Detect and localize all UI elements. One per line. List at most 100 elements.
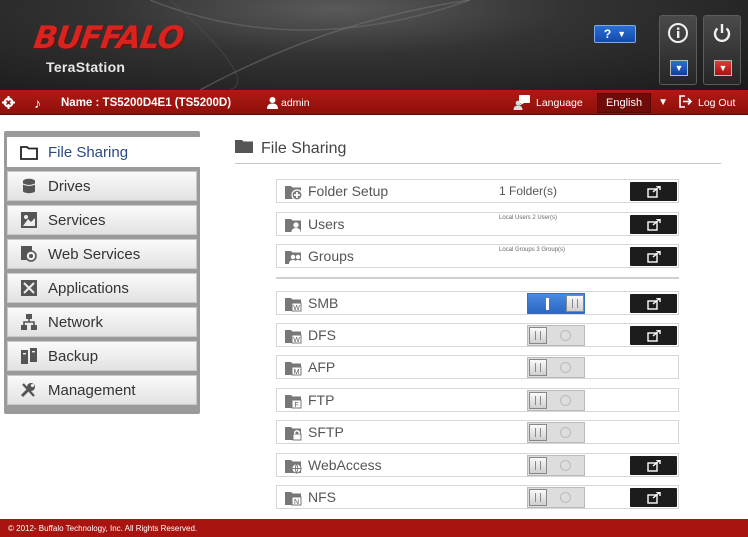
sidebar: File Sharing Drives Services Web Service… bbox=[4, 131, 200, 414]
sidebar-item-label: File Sharing bbox=[48, 143, 129, 161]
sidebar-item-label: Services bbox=[48, 211, 106, 229]
nfs-row: N NFS bbox=[276, 485, 679, 509]
sidebar-item-services[interactable]: Services bbox=[7, 205, 197, 235]
dfs-icon: W bbox=[285, 327, 303, 345]
svg-text:W: W bbox=[293, 305, 300, 312]
music-note-icon[interactable]: ♪ bbox=[34, 90, 41, 115]
webaccess-icon bbox=[285, 457, 303, 475]
open-users-button[interactable] bbox=[630, 215, 677, 234]
toggle-knob bbox=[529, 457, 547, 474]
toggle-knob bbox=[566, 295, 584, 312]
folder-icon bbox=[235, 139, 253, 158]
ftp-row: F FTP bbox=[276, 388, 679, 412]
sidebar-item-file-sharing[interactable]: File Sharing bbox=[7, 137, 200, 167]
folder-count: 1 Folder(s) bbox=[499, 184, 558, 198]
language-label: Language bbox=[536, 96, 583, 109]
app-window: BUFFALO TeraStation ? ▼ ▼ ▼ ♪ Name : TS5… bbox=[0, 0, 748, 537]
open-settings-icon bbox=[646, 459, 661, 472]
sidebar-item-applications[interactable]: Applications bbox=[7, 273, 197, 303]
sftp-row: SFTP bbox=[276, 420, 679, 444]
toggle-knob bbox=[529, 359, 547, 376]
section-divider bbox=[276, 277, 679, 279]
open-nfs-settings-button[interactable] bbox=[630, 488, 677, 507]
toggle-off-indicator bbox=[560, 492, 571, 503]
folder-setup-icon bbox=[285, 183, 303, 201]
sidebar-item-label: Backup bbox=[48, 347, 99, 365]
afp-toggle[interactable] bbox=[527, 357, 585, 378]
drive-icon bbox=[20, 178, 38, 194]
language-icon bbox=[513, 90, 530, 115]
sidebar-item-label: Applications bbox=[48, 279, 129, 297]
users-row: Users Local Users 2 User(s) bbox=[276, 212, 679, 236]
header: BUFFALO TeraStation ? ▼ ▼ ▼ bbox=[0, 0, 748, 90]
row-label: AFP bbox=[308, 359, 336, 375]
open-folder-setup-button[interactable] bbox=[630, 182, 677, 201]
groups-icon bbox=[285, 248, 303, 266]
logout-icon bbox=[679, 94, 693, 111]
open-settings-icon bbox=[646, 218, 661, 231]
open-groups-button[interactable] bbox=[630, 247, 677, 266]
afp-row: M AFP bbox=[276, 355, 679, 379]
chevron-down-icon: ▼ bbox=[617, 29, 627, 39]
page-title-text: File Sharing bbox=[261, 139, 347, 157]
webaccess-toggle[interactable] bbox=[527, 455, 585, 476]
toggle-knob bbox=[529, 392, 547, 409]
help-button[interactable]: ? ▼ bbox=[594, 25, 636, 43]
sidebar-item-label: Network bbox=[48, 313, 104, 331]
user-icon bbox=[266, 90, 279, 115]
sidebar-item-label: Drives bbox=[48, 177, 91, 195]
dfs-toggle[interactable] bbox=[527, 325, 585, 346]
sidebar-item-backup[interactable]: Backup bbox=[7, 341, 197, 371]
svg-text:F: F bbox=[294, 402, 298, 409]
open-webaccess-settings-button[interactable] bbox=[630, 456, 677, 475]
toggle-knob bbox=[529, 424, 547, 441]
username[interactable]: admin bbox=[281, 90, 310, 115]
toggle-off-indicator bbox=[560, 362, 571, 373]
open-dfs-settings-button[interactable] bbox=[630, 326, 677, 345]
power-dropdown-icon[interactable]: ▼ bbox=[714, 60, 732, 76]
nfs-toggle[interactable] bbox=[527, 487, 585, 508]
row-label: DFS bbox=[308, 327, 336, 343]
sidebar-item-management[interactable]: Management bbox=[7, 375, 197, 405]
groups-row: Groups Local Groups 3 Group(s) bbox=[276, 244, 679, 268]
sftp-toggle[interactable] bbox=[527, 422, 585, 443]
copyright-text: © 2012- Buffalo Technology, Inc. All Rig… bbox=[8, 523, 198, 533]
network-icon bbox=[20, 314, 38, 330]
row-label: FTP bbox=[308, 392, 335, 408]
logout-link[interactable]: Log Out bbox=[679, 90, 735, 115]
smb-toggle[interactable] bbox=[527, 293, 585, 314]
logout-label: Log Out bbox=[698, 96, 736, 109]
title-divider bbox=[235, 163, 721, 164]
language-select[interactable]: English ▼ bbox=[597, 90, 668, 115]
toggle-knob bbox=[529, 489, 547, 506]
info-button[interactable]: ▼ bbox=[659, 15, 697, 85]
user-count: Local Users 2 User(s) bbox=[499, 215, 558, 221]
settings-icon[interactable] bbox=[2, 90, 15, 115]
folder-icon bbox=[20, 144, 38, 160]
top-bar: ♪ Name : TS5200D4E1 (TS5200D) admin Lang… bbox=[0, 90, 748, 115]
power-icon bbox=[704, 22, 740, 50]
open-settings-icon bbox=[646, 250, 661, 263]
row-label: Folder Setup bbox=[308, 183, 389, 199]
toggle-off-indicator bbox=[560, 395, 571, 406]
toggle-on-indicator bbox=[546, 298, 549, 310]
open-smb-settings-button[interactable] bbox=[630, 294, 677, 313]
sidebar-item-network[interactable]: Network bbox=[7, 307, 197, 337]
power-button[interactable]: ▼ bbox=[703, 15, 741, 85]
chevron-down-icon: ▼ bbox=[658, 97, 668, 108]
toggle-knob bbox=[529, 327, 547, 344]
dfs-row: W DFS bbox=[276, 323, 679, 347]
row-label: Users bbox=[308, 216, 345, 232]
row-label: NFS bbox=[308, 489, 336, 505]
info-dropdown-icon[interactable]: ▼ bbox=[670, 60, 688, 76]
webaccess-row: WebAccess bbox=[276, 453, 679, 477]
sidebar-item-label: Web Services bbox=[48, 245, 141, 263]
open-settings-icon bbox=[646, 491, 661, 504]
sidebar-item-web-services[interactable]: Web Services bbox=[7, 239, 197, 269]
language-value: English bbox=[597, 92, 652, 113]
svg-text:N: N bbox=[294, 499, 299, 506]
sidebar-item-drives[interactable]: Drives bbox=[7, 171, 197, 201]
smb-icon: W bbox=[285, 295, 303, 313]
svg-text:M: M bbox=[294, 369, 300, 376]
ftp-toggle[interactable] bbox=[527, 390, 585, 411]
